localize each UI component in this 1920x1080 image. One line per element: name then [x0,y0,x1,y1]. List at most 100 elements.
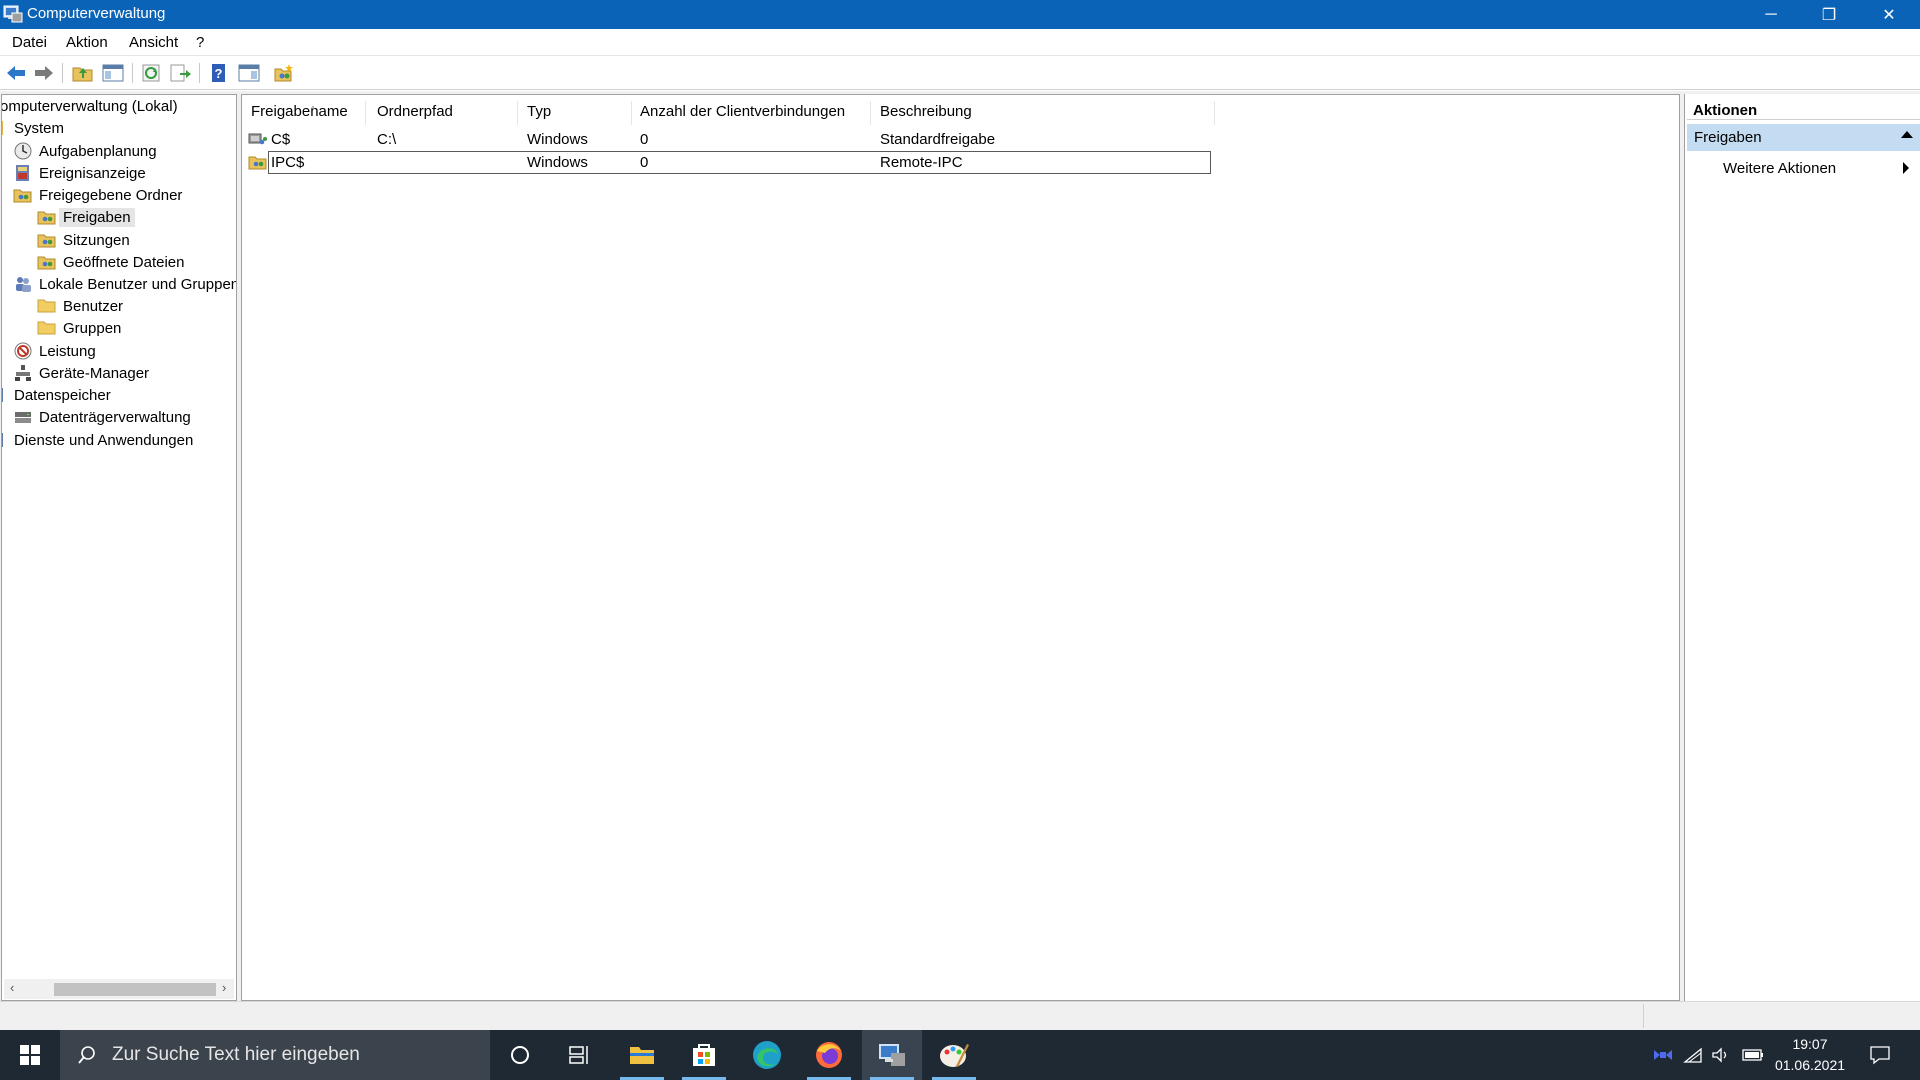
taskbar-clock[interactable]: 19:07 01.06.2021 [1762,1034,1858,1076]
tree-item-ereignisanzeige[interactable]: Ereignisanzeige [13,162,146,184]
shares-icon [37,211,56,225]
submenu-arrow-icon [1903,162,1909,174]
menu-bar: Datei Aktion Ansicht ? [0,29,1920,56]
tree-item-freigegebene-ordner[interactable]: Freigegebene Ordner [13,184,182,206]
help-icon[interactable]: ? [207,62,231,84]
expand-marker-icon [2,121,3,135]
start-button[interactable] [0,1030,60,1080]
meet-now-icon[interactable] [1650,1030,1676,1080]
navigation-tree: omputerverwaltung (Lokal) System Aufgabe… [1,94,237,1001]
tree-item-freigaben[interactable]: Freigaben [37,206,135,228]
folder-icon [37,299,56,313]
column-header-anzahl[interactable]: Anzahl der Clientverbindungen [640,103,845,125]
column-header-ordnerpfad[interactable]: Ordnerpfad [377,103,453,125]
notification-center-icon[interactable] [1860,1030,1900,1080]
disk-management-icon [15,412,31,423]
refresh-icon[interactable] [140,62,164,84]
cortana-icon[interactable] [490,1030,550,1080]
search-icon [78,1046,95,1064]
edge-icon[interactable] [737,1030,797,1080]
expand-marker-icon [2,433,3,447]
focus-rectangle [268,151,1211,174]
paint-icon[interactable] [924,1030,984,1080]
scroll-left-icon[interactable]: ‹ [10,980,14,995]
tree-item-aufgabenplanung[interactable]: Aufgabenplanung [13,140,157,162]
sort-ascending-icon: ^ [311,105,315,114]
clock-time: 19:07 [1792,1036,1828,1052]
share-name: IPC$ [271,154,305,171]
clock-icon [14,142,32,160]
actions-pane: Aktionen Freigaben Weitere Aktionen [1684,94,1920,1001]
tree-item-geoeffnete-dateien[interactable]: Geöffnete Dateien [37,251,184,273]
share-description: Remote-IPC [880,154,963,171]
tree-item-datenspeicher[interactable]: Datenspeicher [2,384,111,406]
tree-item-computer-management[interactable]: omputerverwaltung (Lokal) [2,95,178,117]
event-viewer-icon [16,165,29,181]
actions-header: Aktionen [1687,96,1920,120]
collapse-icon[interactable] [1901,131,1913,138]
status-bar [0,1001,1920,1030]
up-folder-icon[interactable] [71,62,95,84]
sessions-icon [37,234,56,248]
scrollbar-thumb[interactable] [54,983,216,996]
tree-item-leistung[interactable]: Leistung [13,340,96,362]
show-hide-tree-icon[interactable] [101,62,125,84]
minimize-button[interactable]: ─ [1742,0,1800,29]
table-row[interactable]: IPC$ Windows 0 Remote-IPC [242,151,1679,174]
tree-item-gruppen[interactable]: Gruppen [37,317,121,339]
shared-folder-icon [13,189,32,203]
firefox-icon[interactable] [799,1030,859,1080]
restore-button[interactable]: ❐ [1800,0,1858,29]
action-weitere-aktionen[interactable]: Weitere Aktionen [1723,160,1836,177]
file-explorer-icon[interactable] [612,1030,672,1080]
tree-item-lokale-benutzer[interactable]: Lokale Benutzer und Gruppen [13,273,236,295]
forward-arrow-icon[interactable] [32,62,56,84]
menu-aktion[interactable]: Aktion [66,34,108,51]
share-connections: 0 [640,131,649,148]
volume-icon[interactable] [1708,1030,1734,1080]
computer-management-taskbar-icon[interactable] [862,1030,922,1080]
table-row[interactable]: C$ C:\ Windows 0 Standardfreigabe [242,128,1679,151]
back-arrow-icon[interactable] [4,62,28,84]
show-hide-action-pane-icon[interactable] [237,62,261,84]
tree-item-datentraegerverwaltung[interactable]: Datenträgerverwaltung [13,406,191,428]
menu-ansicht[interactable]: Ansicht [129,34,178,51]
scroll-right-icon[interactable]: › [222,980,226,995]
network-icon[interactable] [1680,1030,1706,1080]
tree-item-benutzer[interactable]: Benutzer [37,295,123,317]
windows-logo-icon [20,1045,40,1065]
share-description: Standardfreigabe [880,131,996,148]
device-manager-icon [15,365,31,381]
taskbar-search-box[interactable]: Zur Suche Text hier eingeben [60,1030,490,1080]
computer-management-app-icon [3,5,23,23]
store-icon[interactable] [674,1030,734,1080]
toolbar: ? [0,57,1920,90]
search-placeholder: Zur Suche Text hier eingeben [112,1044,360,1065]
close-button[interactable]: ✕ [1858,0,1920,29]
menu-help[interactable]: ? [196,34,204,51]
share-type: Windows [527,154,588,171]
tree-item-sitzungen[interactable]: Sitzungen [37,229,130,251]
share-connections: 0 [640,154,649,171]
column-header-beschreibung[interactable]: Beschreibung [880,103,972,125]
new-share-icon[interactable] [272,62,296,84]
expand-marker-icon [2,388,3,402]
column-header-typ[interactable]: Typ [527,103,551,125]
folder-icon [37,321,56,335]
tree-item-dienste[interactable]: Dienste und Anwendungen [2,429,193,451]
share-type: Windows [527,131,588,148]
column-header-freigabename[interactable]: ^ Freigabename [251,103,348,125]
clock-date: 01.06.2021 [1774,1057,1846,1073]
actions-group-freigaben[interactable]: Freigaben [1687,124,1920,151]
shares-list: ^ Freigabename Ordnerpfad Typ Anzahl der… [241,94,1680,1001]
tree-item-geraete-manager[interactable]: Geräte-Manager [13,362,149,384]
export-list-icon[interactable] [168,62,192,84]
tree-horizontal-scrollbar[interactable]: ‹ › [4,979,234,999]
menu-datei[interactable]: Datei [12,34,47,51]
title-bar: Computerverwaltung ─ ❐ ✕ [0,0,1920,29]
tree-item-system[interactable]: System [2,117,64,139]
svg-text:?: ? [215,66,223,81]
task-view-icon[interactable] [550,1030,610,1080]
share-name: C$ [271,131,291,148]
shared-folder-icon [248,156,267,170]
